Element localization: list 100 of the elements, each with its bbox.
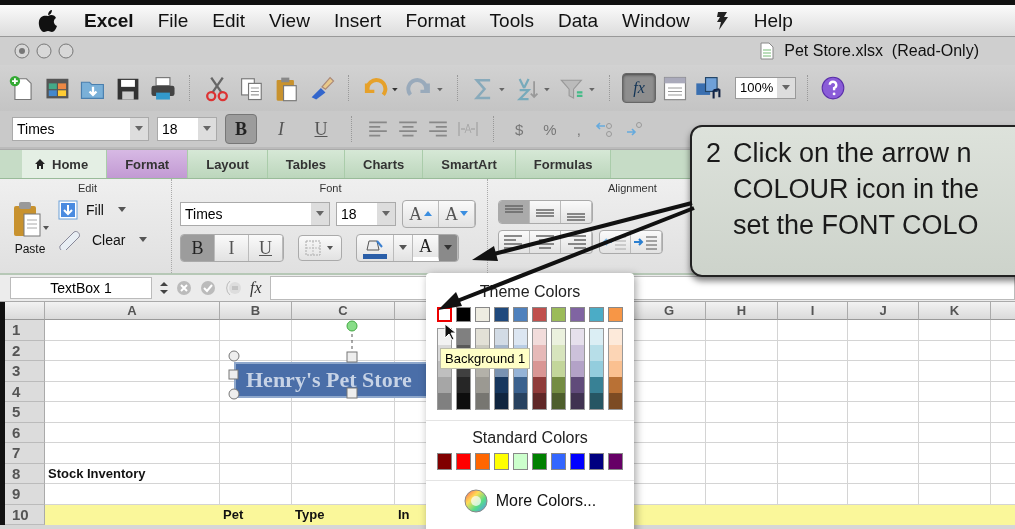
shade-swatch-column[interactable] xyxy=(551,328,566,410)
column-header[interactable]: C xyxy=(292,302,395,320)
apple-icon[interactable] xyxy=(38,9,58,32)
menu-item[interactable]: File xyxy=(157,9,189,32)
menu-item[interactable]: Format xyxy=(405,9,466,32)
resize-handle[interactable] xyxy=(228,350,240,362)
column-header[interactable]: I xyxy=(778,302,848,320)
color-swatch[interactable] xyxy=(437,453,452,470)
color-swatch[interactable] xyxy=(494,307,509,322)
style-button[interactable]: U xyxy=(249,235,283,261)
style-button[interactable]: I xyxy=(215,235,249,261)
row-header[interactable]: 6 xyxy=(5,422,45,443)
style-button[interactable]: U xyxy=(305,114,337,144)
resize-handle[interactable] xyxy=(228,388,240,400)
window-button[interactable] xyxy=(36,43,52,59)
row-header[interactable]: 4 xyxy=(5,381,45,402)
column-header[interactable]: J xyxy=(848,302,919,320)
row-header[interactable]: 2 xyxy=(5,340,45,361)
color-swatch[interactable] xyxy=(551,453,566,470)
color-swatch[interactable] xyxy=(608,307,623,322)
column-header[interactable]: K xyxy=(919,302,991,320)
color-swatch[interactable] xyxy=(475,453,490,470)
menu-item[interactable]: Excel xyxy=(84,9,134,32)
shade-swatch-column[interactable] xyxy=(532,328,547,410)
ribbon-tab[interactable]: Layout xyxy=(188,150,268,178)
color-swatch[interactable] xyxy=(532,307,547,322)
row-header[interactable]: 1 xyxy=(5,320,45,341)
align-icon[interactable] xyxy=(397,120,419,138)
row-header[interactable]: 3 xyxy=(5,361,45,382)
row-header[interactable]: 5 xyxy=(5,402,45,423)
grow-font-button[interactable]: A xyxy=(403,201,439,227)
font-size-field[interactable]: 18 xyxy=(157,117,217,141)
fill-button[interactable]: Fill xyxy=(58,200,148,220)
shade-swatch-column[interactable] xyxy=(589,328,604,410)
ribbon-tab[interactable]: Format xyxy=(107,150,189,178)
resize-handle[interactable] xyxy=(346,351,358,363)
color-swatch[interactable] xyxy=(551,307,566,322)
color-swatch[interactable] xyxy=(513,307,528,322)
shade-swatch-column[interactable] xyxy=(570,328,585,410)
window-button[interactable] xyxy=(14,43,30,59)
print-button[interactable] xyxy=(148,74,178,102)
ribbon-tab[interactable]: Home xyxy=(22,150,108,178)
window-button[interactable] xyxy=(58,43,74,59)
ribbon-tab[interactable]: Charts xyxy=(345,150,424,178)
row-header[interactable]: 9 xyxy=(5,484,45,505)
row-header[interactable]: 7 xyxy=(5,443,45,464)
font-field[interactable]: Times xyxy=(12,117,149,141)
column-header[interactable]: H xyxy=(706,302,778,320)
menu-item[interactable]: Tools xyxy=(489,9,534,32)
color-swatch[interactable] xyxy=(475,307,490,322)
column-header[interactable]: A xyxy=(45,302,220,320)
color-swatch[interactable] xyxy=(494,453,509,470)
row-header[interactable]: 10 xyxy=(5,504,45,525)
resize-handle[interactable] xyxy=(346,387,358,399)
style-button[interactable]: B xyxy=(181,235,215,261)
style-button[interactable]: B xyxy=(225,114,257,144)
menu-item[interactable]: Help xyxy=(753,9,793,32)
color-swatch[interactable] xyxy=(570,453,585,470)
paste-button[interactable]: Paste xyxy=(10,200,50,256)
shrink-font-button[interactable]: A xyxy=(439,201,475,227)
column-header[interactable]: B xyxy=(220,302,292,320)
column-header[interactable]: G xyxy=(633,302,706,320)
row-header[interactable]: 8 xyxy=(5,463,45,484)
menu-item[interactable]: Data xyxy=(557,9,599,32)
color-swatch[interactable] xyxy=(456,453,471,470)
color-swatch[interactable] xyxy=(570,307,585,322)
ribbon-tab[interactable]: Formulas xyxy=(515,150,612,178)
color-swatch[interactable] xyxy=(589,307,604,322)
style-button[interactable]: I xyxy=(265,114,297,144)
function-label[interactable]: fx xyxy=(250,279,262,297)
font-size-field[interactable]: 18 xyxy=(336,202,396,226)
clear-button[interactable]: Clear xyxy=(58,230,148,250)
color-swatch[interactable] xyxy=(456,307,471,322)
color-swatch[interactable] xyxy=(532,453,547,470)
name-box[interactable]: TextBox 1 xyxy=(10,277,152,299)
font-color-caret-button[interactable] xyxy=(439,235,458,261)
align-icon[interactable] xyxy=(367,120,389,138)
color-swatch[interactable] xyxy=(513,453,528,470)
borders-button[interactable] xyxy=(298,235,342,261)
increase-indent-button[interactable] xyxy=(631,231,662,253)
toolbox-button[interactable] xyxy=(661,74,689,102)
help-icon[interactable] xyxy=(820,75,847,101)
font-field[interactable]: Times xyxy=(180,202,330,226)
formula-builder-button[interactable]: fx xyxy=(622,73,656,103)
cancel-icon[interactable] xyxy=(176,280,192,296)
color-swatch[interactable] xyxy=(608,453,623,470)
ribbon-tab[interactable]: Tables xyxy=(267,150,346,178)
stepper-icon[interactable] xyxy=(160,281,168,295)
shade-swatch-column[interactable] xyxy=(608,328,623,410)
zoom-field[interactable]: 100% xyxy=(735,77,797,99)
align-icon[interactable] xyxy=(427,120,449,138)
more-colors-item[interactable]: More Colors... xyxy=(463,489,597,513)
ribbon-tab[interactable]: SmartArt xyxy=(423,150,516,178)
color-swatch[interactable] xyxy=(589,453,604,470)
resize-handle[interactable] xyxy=(228,369,239,380)
confirm-icon[interactable] xyxy=(200,280,216,296)
menu-item[interactable]: Insert xyxy=(333,9,382,32)
menu-item[interactable]: Window xyxy=(622,9,690,32)
menu-item[interactable]: Edit xyxy=(212,9,246,32)
vertical-align-button[interactable] xyxy=(499,201,530,223)
